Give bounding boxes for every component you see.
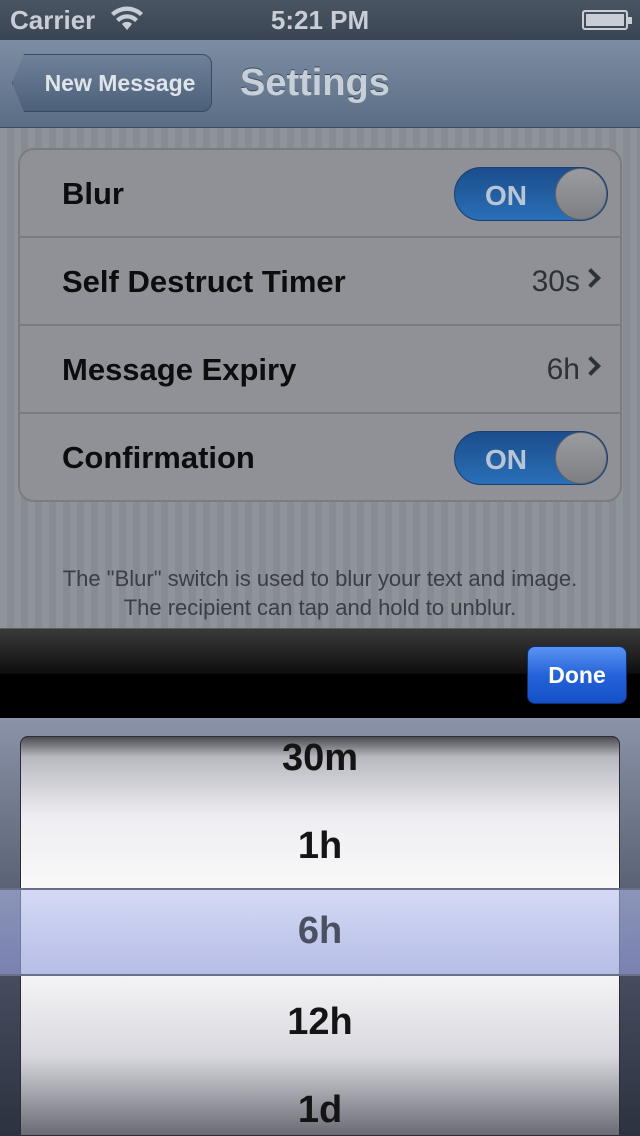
switch-knob[interactable] bbox=[555, 168, 607, 220]
switch-state-label: ON bbox=[485, 180, 527, 211]
picker-toolbar: Done bbox=[0, 628, 640, 718]
chevron-right-icon bbox=[581, 356, 601, 376]
footer-note-line: The recipient can tap and hold to unblur… bbox=[123, 595, 517, 620]
row-value: 6h bbox=[546, 353, 580, 386]
row-confirmation[interactable]: Confirmation ON bbox=[20, 414, 620, 498]
chevron-right-icon bbox=[581, 268, 601, 288]
row-blur[interactable]: Blur ON bbox=[20, 150, 620, 238]
row-self-destruct-timer[interactable]: Self Destruct Timer 30s bbox=[20, 238, 620, 326]
blur-switch[interactable]: ON bbox=[454, 167, 608, 221]
picker-option[interactable]: 1d bbox=[21, 1089, 619, 1132]
row-label: Message Expiry bbox=[62, 352, 297, 387]
switch-state-label: ON bbox=[485, 444, 527, 475]
battery-icon bbox=[582, 10, 632, 30]
back-button[interactable]: New Message bbox=[12, 54, 212, 112]
settings-group: Blur ON Self Destruct Timer 30s Message … bbox=[18, 148, 622, 502]
picker-option[interactable]: 30m bbox=[21, 737, 619, 780]
picker-selection-indicator: 6h bbox=[0, 888, 640, 976]
picker-selected-option[interactable]: 6h bbox=[0, 910, 640, 953]
row-message-expiry[interactable]: Message Expiry 6h bbox=[20, 326, 620, 414]
back-button-label: New Message bbox=[44, 69, 196, 96]
status-bar: Carrier 5:21 PM bbox=[0, 0, 640, 40]
row-label: Confirmation bbox=[62, 440, 255, 475]
row-value: 30s bbox=[531, 265, 580, 298]
footer-note-line: The "Blur" switch is used to blur your t… bbox=[62, 566, 578, 591]
row-label: Blur bbox=[62, 176, 124, 211]
row-label: Self Destruct Timer bbox=[62, 264, 346, 299]
navigation-bar: New Message Settings bbox=[0, 40, 640, 128]
footer-note: The "Blur" switch is used to blur your t… bbox=[0, 564, 640, 622]
clock: 5:21 PM bbox=[270, 5, 370, 35]
done-button[interactable]: Done bbox=[527, 646, 627, 704]
settings-area: Blur ON Self Destruct Timer 30s Message … bbox=[0, 128, 640, 628]
page-title: Settings bbox=[240, 62, 390, 104]
switch-knob[interactable] bbox=[555, 432, 607, 484]
picker-option[interactable]: 12h bbox=[21, 1001, 619, 1044]
picker-option[interactable]: 1h bbox=[21, 825, 619, 868]
confirmation-switch[interactable]: ON bbox=[454, 431, 608, 485]
